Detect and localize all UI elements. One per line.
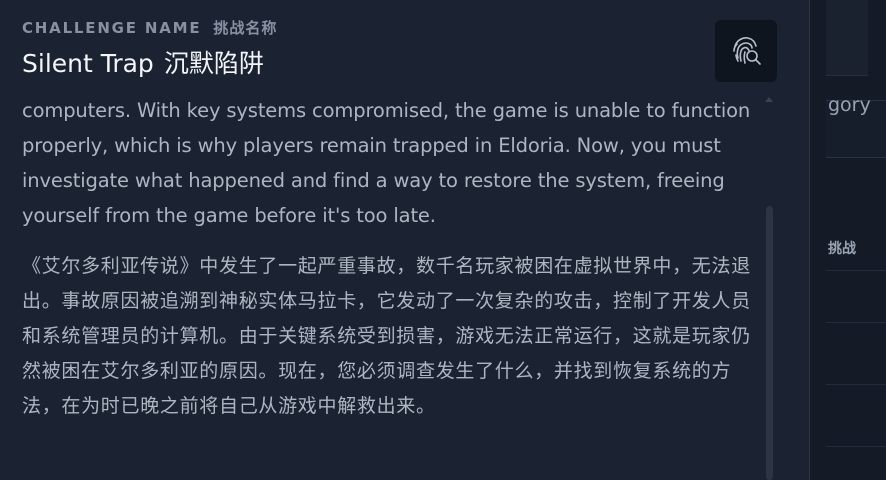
background-row-divider xyxy=(826,270,886,271)
challenge-description: computers. With key systems compromised,… xyxy=(22,93,762,480)
challenge-name-label-en: CHALLENGE NAME xyxy=(22,19,202,37)
challenge-title-en: Silent Trap xyxy=(22,49,154,78)
challenge-title: Silent Trap 沉默陷阱 xyxy=(22,44,264,80)
challenge-title-zh: 沉默陷阱 xyxy=(163,49,264,78)
background-challenge-label: 挑战 xyxy=(828,241,856,257)
challenge-name-label-zh: 挑战名称 xyxy=(213,19,278,37)
screen: gory 挑战 CHALLENGE NAME 挑战名称 Silent Trap 沉默… xyxy=(0,0,886,480)
background-row-divider xyxy=(826,446,886,447)
challenge-detail-modal: CHALLENGE NAME 挑战名称 Silent Trap 沉默陷阱 compu… xyxy=(0,0,810,480)
background-row-divider xyxy=(826,384,886,385)
description-paragraph-zh: 《艾尔多利亚传说》中发生了一起严重事故，数千名玩家被困在虚拟世界中，无法退出。事… xyxy=(22,255,751,417)
scroll-up-arrow[interactable] xyxy=(765,97,773,102)
fingerprint-search-button[interactable] xyxy=(715,20,777,82)
background-row-divider xyxy=(826,322,886,323)
background-category-label: gory xyxy=(828,94,871,116)
fingerprint-search-icon xyxy=(733,37,761,65)
scrollbar-thumb[interactable] xyxy=(766,206,773,480)
background-card xyxy=(826,0,868,76)
description-paragraph-en: computers. With key systems compromised,… xyxy=(22,99,751,227)
challenge-name-label: CHALLENGE NAME 挑战名称 xyxy=(22,17,277,38)
